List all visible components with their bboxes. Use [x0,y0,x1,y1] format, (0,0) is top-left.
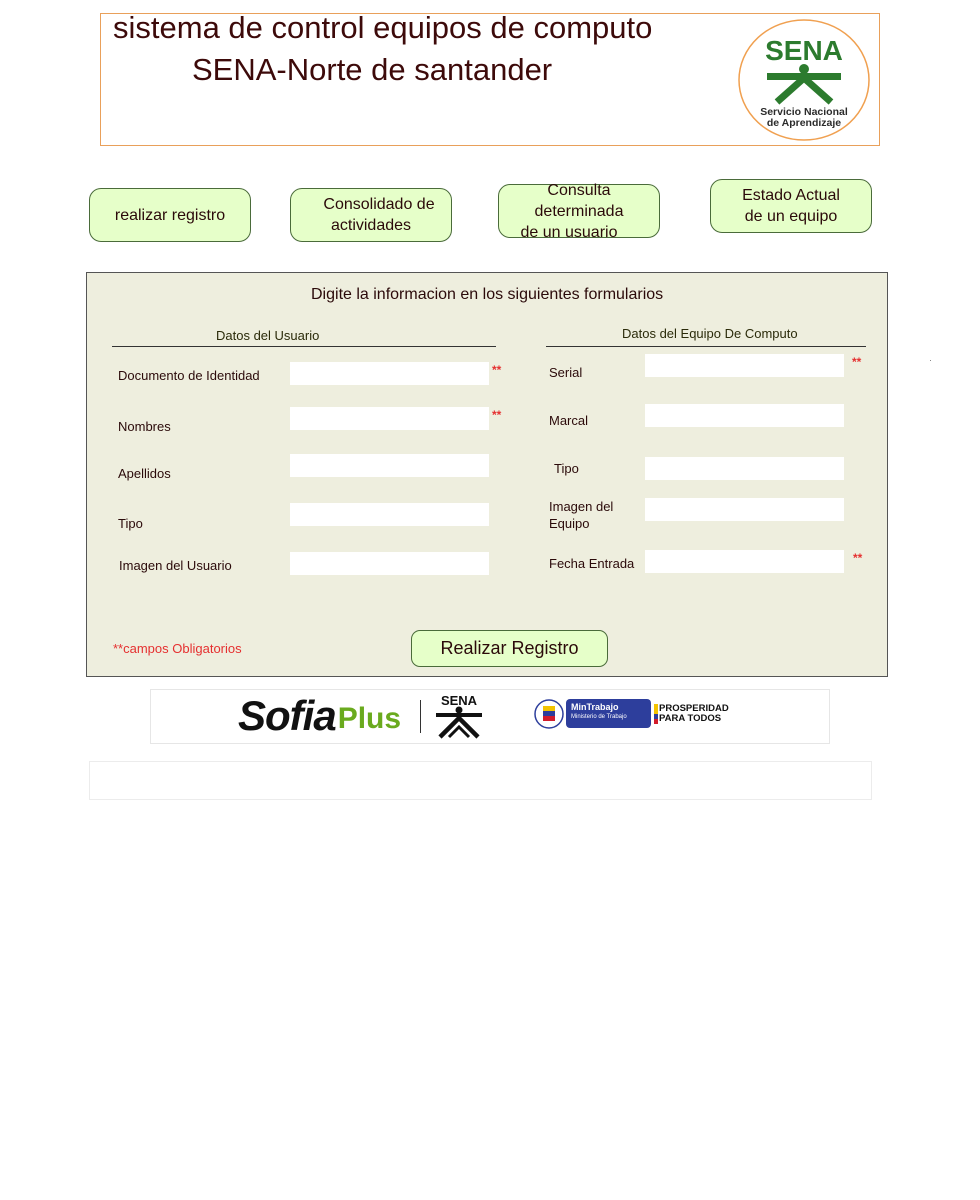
realizar-registro-submit-button[interactable]: Realizar Registro [411,630,608,667]
serial-label: Serial [549,365,583,380]
user-section-title: Datos del Usuario [216,328,320,343]
serial-input[interactable] [645,354,844,377]
realizar-registro-label: realizar registro [114,206,226,224]
imagen-equipo-label: Imagen del Equipo [549,498,613,532]
prosperidad-line2: PARA TODOS [659,713,722,724]
submit-label: Realizar Registro [440,638,579,658]
equipment-section-title: Datos del Equipo De Computo [622,326,798,341]
sena-footer-logo-icon: SENA [436,693,482,739]
realizar-registro-button[interactable]: realizar registro [89,188,251,242]
user-section-divider [112,346,496,347]
imagen-usuario-input[interactable] [290,552,489,575]
plus-logo-text: Plus [337,702,402,735]
app-title-line1: sistema de control equipos de computo [113,10,653,45]
mintrabajo-logo-subtext: Ministerio de Trabajo [571,714,627,720]
nombres-required-marker: ** [492,408,502,422]
estado-label-line1: Estado Actual [742,187,840,204]
imagen-equipo-label-line1: Imagen del [549,499,614,514]
sena-logo-icon: SENA Servicio Nacional de Aprendizaje [738,19,870,141]
consulta-label-line1: Consulta determinada [534,181,624,220]
apellidos-label: Apellidos [118,466,171,481]
nombres-input[interactable] [290,407,489,430]
consolidado-label-line1: Consolidado de [323,196,435,213]
prosperidad-flag-icon [654,704,658,724]
fecha-entrada-input[interactable] [645,550,844,573]
consulta-usuario-button[interactable]: Consulta determinada de un usuario [498,182,660,241]
consulta-label-line2: de un usuario [520,223,618,241]
equipment-section-divider [546,346,866,347]
tipo-usuario-input[interactable] [290,503,489,526]
sena-logo-brand: SENA [765,35,843,66]
nombres-label: Nombres [118,419,171,434]
imagen-usuario-label: Imagen del Usuario [119,558,232,573]
documento-label: Documento de Identidad [118,368,260,383]
sena-footer-brand: SENA [441,693,478,708]
colombia-shield-icon [534,699,564,729]
fecha-entrada-label: Fecha Entrada [549,556,635,571]
required-fields-note: **campos Obligatorios [113,641,242,656]
marca-label: Marcal [549,413,589,428]
estado-equipo-button[interactable]: Estado Actual de un equipo [710,179,872,233]
imagen-equipo-input[interactable] [645,498,844,521]
imagen-equipo-label-line2: Equipo [549,516,590,531]
tipo-equipo-label: Tipo [554,461,579,476]
sena-logo-line2: de Aprendizaje [767,117,841,129]
footer-logo-divider [420,700,421,733]
fecha-entrada-required-marker: ** [853,551,863,565]
sofia-plus-logo: Sofia Plus [238,690,401,742]
consolidado-label-line2: actividades [330,217,412,234]
empty-content-box [89,761,872,800]
marca-input[interactable] [645,404,844,427]
estado-label-line2: de un equipo [744,208,838,225]
apellidos-input[interactable] [290,454,489,477]
mintrabajo-logo-text: MinTrabajo [571,702,619,712]
app-title-line2: SENA-Norte de santander [192,52,553,87]
documento-required-marker: ** [492,363,502,377]
consolidado-actividades-button[interactable]: Consolidado de actividades [290,188,452,242]
mintrabajo-logo: MinTrabajo Ministerio de Trabajo [566,699,651,728]
tipo-usuario-label: Tipo [118,516,143,531]
stray-dot [930,360,931,361]
prosperidad-logo: PROSPERIDAD PARA TODOS [659,704,729,724]
serial-required-marker: ** [852,355,862,369]
form-heading: Digite la informacion en los siguientes … [311,286,664,303]
tipo-equipo-input[interactable] [645,457,844,480]
sofia-logo-text: Sofia [238,692,337,739]
documento-input[interactable] [290,362,489,385]
